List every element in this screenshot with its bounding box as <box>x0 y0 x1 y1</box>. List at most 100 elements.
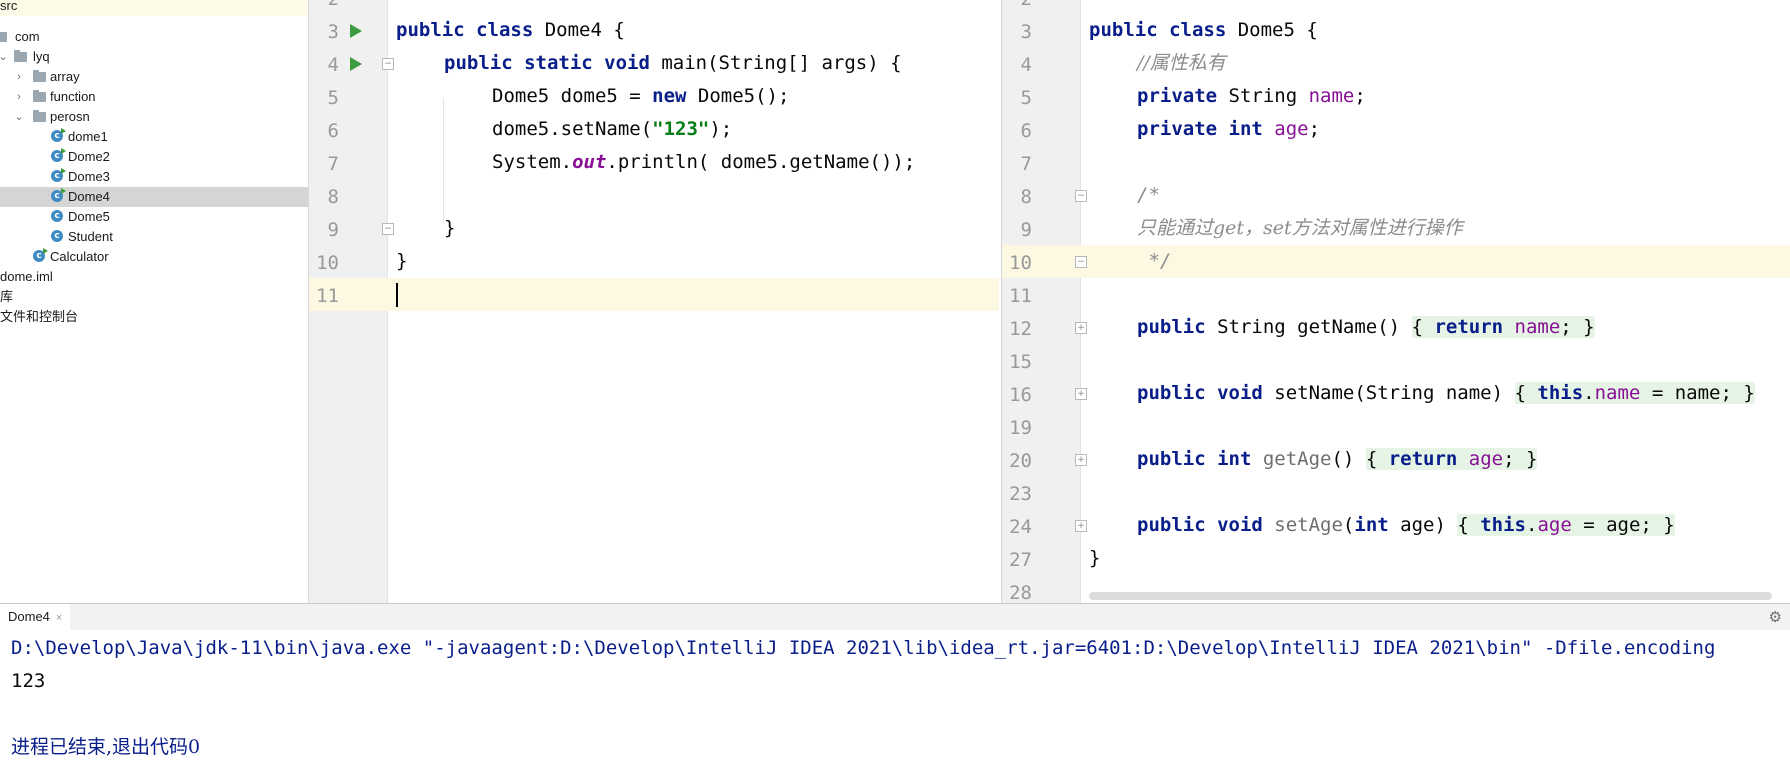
folded-code-region[interactable]: { return age; } <box>1365 448 1538 470</box>
tree-item-label: Dome2 <box>68 149 110 164</box>
tree-item-perosn[interactable]: ⌄ perosn <box>0 107 308 127</box>
editor-dome5[interactable]: 2 3 4 5 6 7 8 9 10 11 12 15 16 19 20 23 … <box>1001 0 1790 603</box>
comment: //属性私有 <box>1137 52 1226 74</box>
chevron-right-icon[interactable]: › <box>12 87 26 107</box>
line-number: 28 <box>1009 582 1032 603</box>
code-text: { <box>1457 514 1481 536</box>
code-text: Dome5 { <box>1237 19 1318 41</box>
project-tree: src com ⌄ lyq › array › function ⌄ peros… <box>0 0 309 603</box>
code-text: { <box>1411 316 1435 338</box>
code-text: } <box>1743 382 1755 404</box>
run-toolbar: Dome4 × ⚙ <box>0 603 1790 632</box>
string-literal: "123" <box>652 118 710 140</box>
code-line-20: public int getAge() { return age; } <box>1002 443 1790 476</box>
code-line-9: } <box>309 212 999 245</box>
code-line-8: /* <box>1002 179 1790 212</box>
folded-code-region[interactable]: { this.name = name; } <box>1514 382 1755 404</box>
java-class-icon: c <box>51 230 63 242</box>
code-text: } <box>1526 448 1538 470</box>
code-text: } <box>1663 514 1675 536</box>
keyword: this <box>1537 382 1584 404</box>
java-class-run-icon: c <box>51 188 66 202</box>
console-output: 123 <box>11 670 46 692</box>
tree-item-src[interactable]: src <box>0 0 308 16</box>
code-text: String getName() <box>1217 316 1412 338</box>
keyword: private int <box>1137 118 1275 140</box>
editor-dome4[interactable]: 2 3 4 5 6 7 8 9 10 11 − − public class D… <box>309 0 999 603</box>
line-number: 11 <box>316 285 339 307</box>
tree-item-scratches[interactable]: 文件和控制台 <box>0 307 308 327</box>
tree-item-dome3[interactable]: c Dome3 <box>0 167 308 187</box>
code-text: } <box>1583 316 1595 338</box>
tree-item-lyq[interactable]: ⌄ lyq <box>0 47 308 67</box>
java-class-run-icon: c <box>51 168 66 182</box>
comment: 只能通过get，set方法对属性进行操作 <box>1137 217 1463 239</box>
code-text: ); <box>709 118 733 140</box>
chevron-right-icon[interactable]: › <box>12 67 26 87</box>
tree-item-com[interactable]: com <box>0 27 308 47</box>
code-text: ; <box>1354 85 1366 107</box>
keyword: this <box>1480 514 1526 536</box>
tree-item-external-libraries[interactable]: 库 <box>0 287 308 307</box>
code-text: ; <box>1560 316 1584 338</box>
code-text: Dome5 dome5 = <box>492 85 653 107</box>
tree-item-student[interactable]: c Student <box>0 227 308 247</box>
folded-code-region[interactable]: { return name; } <box>1411 316 1595 338</box>
tree-item-calculator[interactable]: c Calculator <box>0 247 308 267</box>
run-console[interactable]: D:\Develop\Java\jdk-11\bin\java.exe "-ja… <box>0 630 1790 773</box>
chevron-down-icon[interactable]: ⌄ <box>12 107 26 127</box>
tree-item-label: Calculator <box>50 249 109 264</box>
folder-icon <box>33 90 46 102</box>
tree-item-label: function <box>50 89 96 104</box>
keyword: public int <box>1137 448 1263 470</box>
code-text: . <box>1583 382 1595 404</box>
code-line-24: public void setAge(int age) { this.age =… <box>1002 509 1790 542</box>
horizontal-scrollbar[interactable] <box>1089 592 1772 600</box>
code-text: } <box>396 250 408 272</box>
tree-item-label: dome.iml <box>0 269 53 284</box>
tree-item-array[interactable]: › array <box>0 67 308 87</box>
tree-item-dome5[interactable]: c Dome5 <box>0 207 308 227</box>
code-line-6: dome5.setName("123"); <box>309 113 999 146</box>
run-tab-dome4[interactable]: Dome4 × <box>0 604 71 632</box>
keyword: public <box>1137 316 1218 338</box>
close-icon[interactable]: × <box>56 612 62 624</box>
code-line-4: public static void main(String[] args) { <box>309 47 999 80</box>
tree-item-dome4[interactable]: c Dome4 <box>0 187 308 207</box>
comment: /* <box>1137 184 1160 206</box>
folder-icon <box>14 50 27 62</box>
java-class-icon: c <box>51 210 63 222</box>
code-line-6: private int age; <box>1002 113 1790 146</box>
code-line-3: public class Dome5 { <box>1002 14 1790 47</box>
chevron-down-icon[interactable]: ⌄ <box>0 47 10 67</box>
field-name: age <box>1537 514 1572 536</box>
java-class-run-icon: c <box>33 248 48 262</box>
console-command-line: D:\Develop\Java\jdk-11\bin\java.exe "-ja… <box>11 637 1716 659</box>
code-text: String <box>1228 85 1309 107</box>
field-name: age <box>1274 118 1309 140</box>
code-text: } <box>444 217 456 239</box>
folded-code-region[interactable]: { this.age = age; } <box>1457 514 1675 536</box>
keyword: return <box>1434 316 1515 338</box>
tree-item-dome1[interactable]: c dome1 <box>0 127 308 147</box>
code-text: age) <box>1400 514 1458 536</box>
folder-icon <box>33 110 46 122</box>
tree-item-dome2[interactable]: c Dome2 <box>0 147 308 167</box>
code-text: { <box>1365 448 1389 470</box>
line-number: 19 <box>1009 417 1032 439</box>
code-text: = name; <box>1640 382 1744 404</box>
tree-item-label: array <box>50 69 80 84</box>
folder-icon <box>0 32 7 42</box>
gear-icon[interactable]: ⚙ <box>1769 608 1782 626</box>
code-line-27: } <box>1002 542 1790 575</box>
keyword: private <box>1137 85 1229 107</box>
line-number: 23 <box>1009 483 1032 505</box>
line-number: 7 <box>1020 153 1032 175</box>
tree-item-function[interactable]: › function <box>0 87 308 107</box>
code-line-5: Dome5 dome5 = new Dome5(); <box>309 80 999 113</box>
code-line-16: public void setName(String name) { this.… <box>1002 377 1790 410</box>
code-text: dome5.setName( <box>492 118 653 140</box>
code-line-10: } <box>309 245 999 278</box>
tree-item-dome-iml[interactable]: dome.iml <box>0 267 308 287</box>
keyword: public class <box>396 19 545 41</box>
